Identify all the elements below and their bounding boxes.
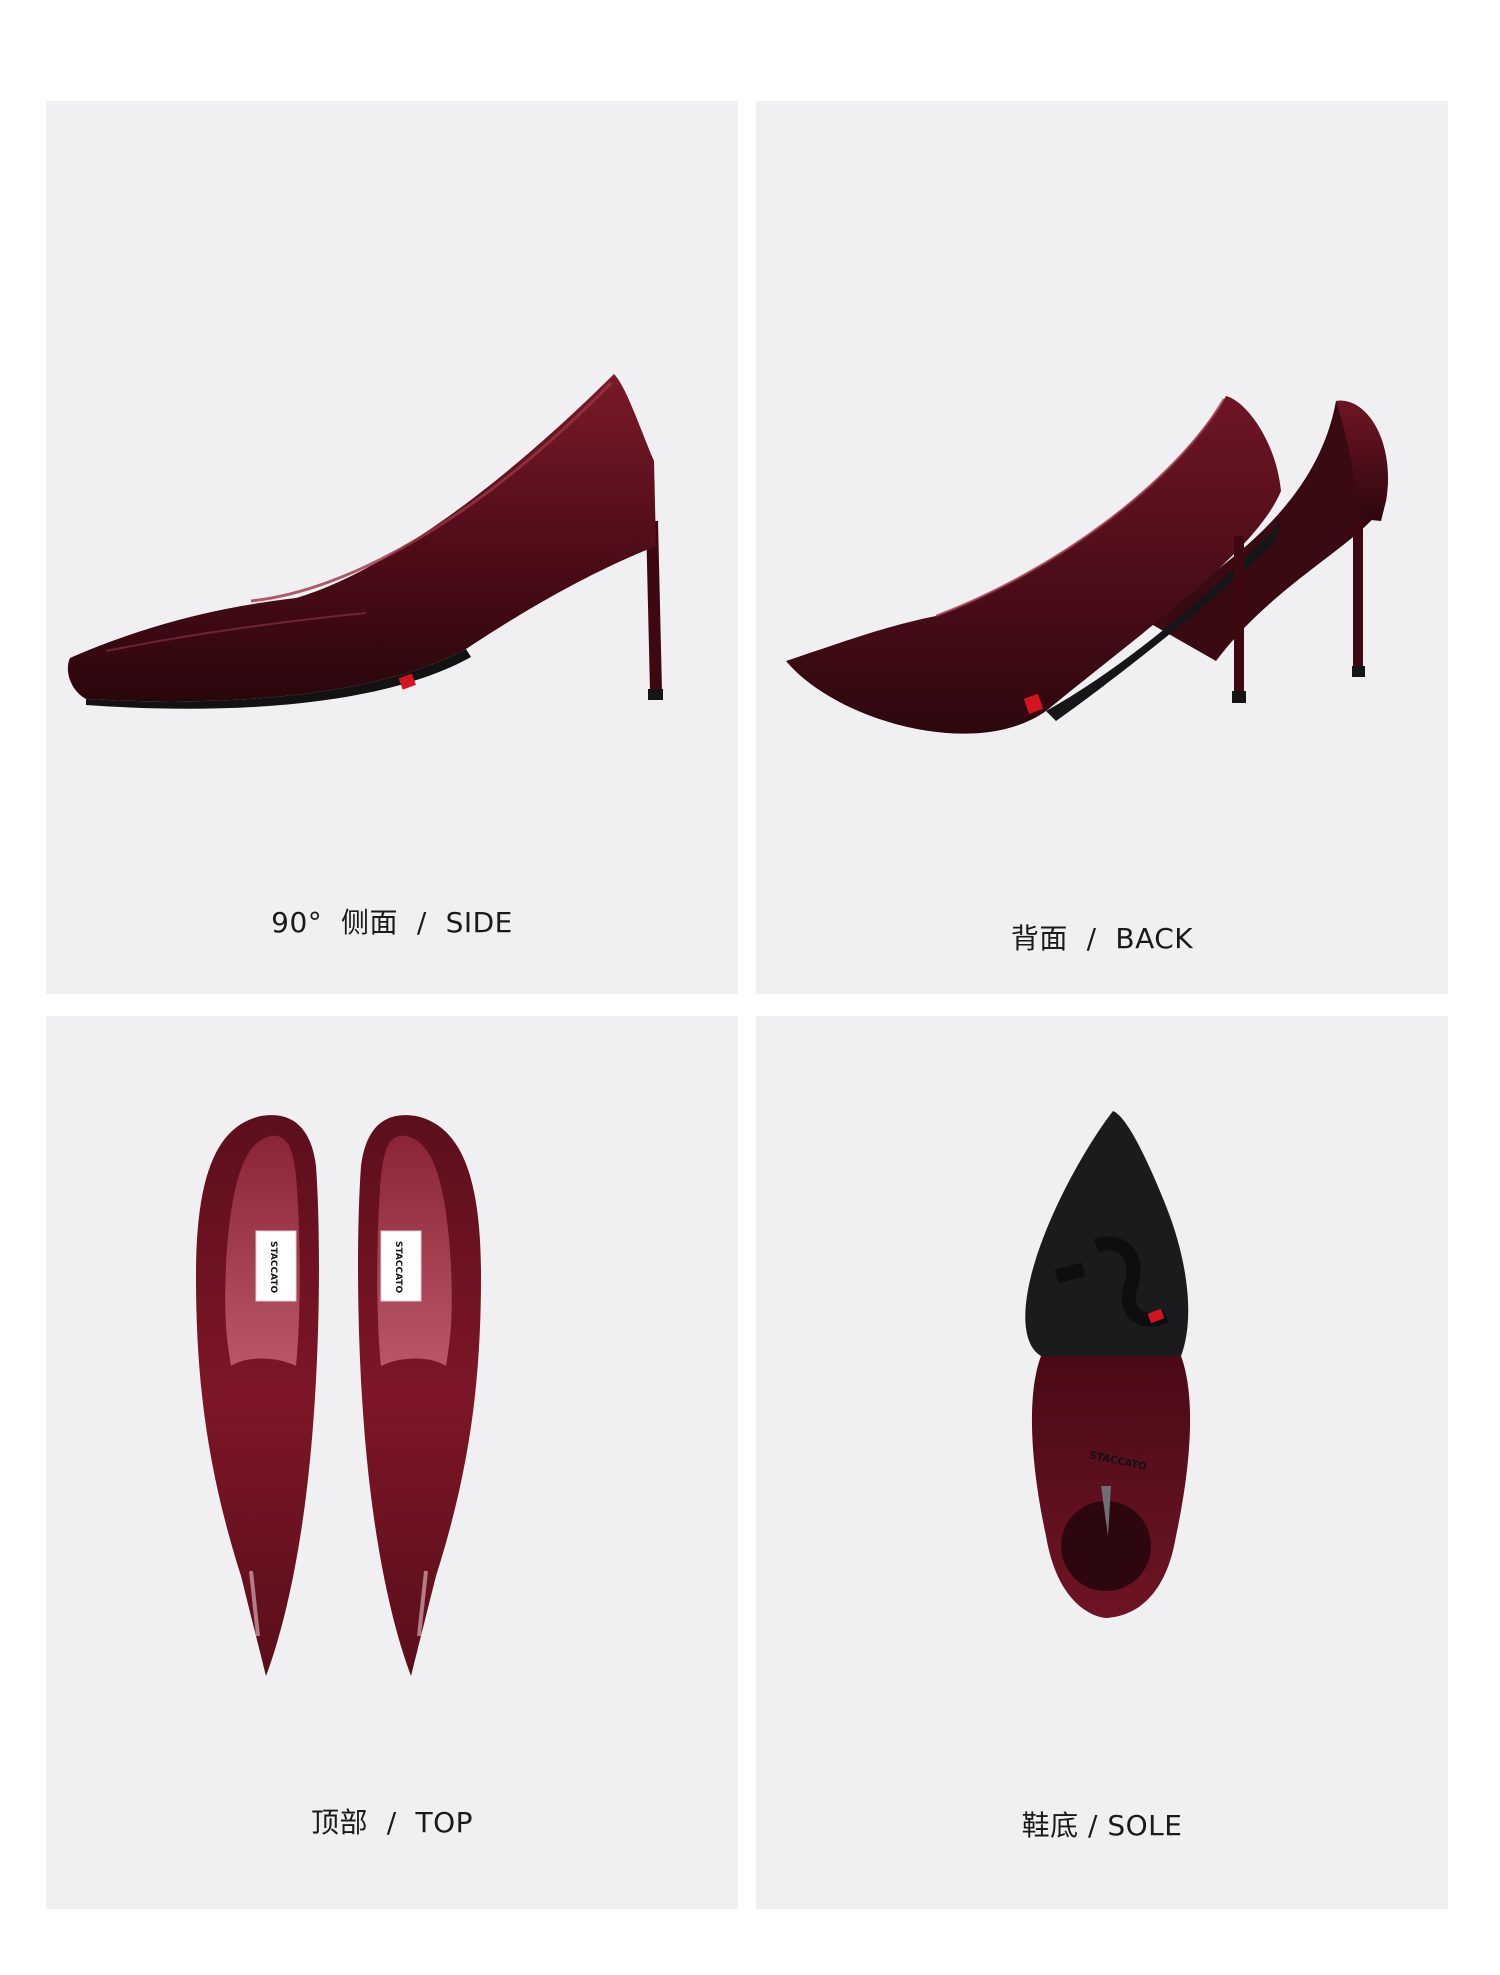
photo-panel-top: STACCATO STACCATO 顶部 / TOP xyxy=(46,1016,738,1909)
photo-panel-back: 背面 / BACK xyxy=(756,101,1448,994)
back-view-shoe-image xyxy=(786,396,1388,734)
top-view-shoe-image: STACCATO STACCATO xyxy=(196,1115,481,1676)
view-caption-sole: 鞋底 / SOLE xyxy=(1021,1809,1183,1842)
photo-panel-side: 90° 侧面 / SIDE xyxy=(46,101,738,994)
side-view-shoe-image xyxy=(67,374,663,709)
view-caption-top: 顶部 / TOP xyxy=(310,1806,474,1839)
view-caption-back: 背面 / BACK xyxy=(1010,922,1194,955)
svg-text:STACCATO: STACCATO xyxy=(268,1241,278,1294)
svg-text:STACCATO: STACCATO xyxy=(393,1241,403,1294)
view-caption-side: 90° 侧面 / SIDE xyxy=(271,906,513,939)
photo-panel-sole: STACCATO 鞋底 / SOLE xyxy=(756,1016,1448,1909)
sole-view-shoe-image: STACCATO xyxy=(1025,1111,1191,1618)
